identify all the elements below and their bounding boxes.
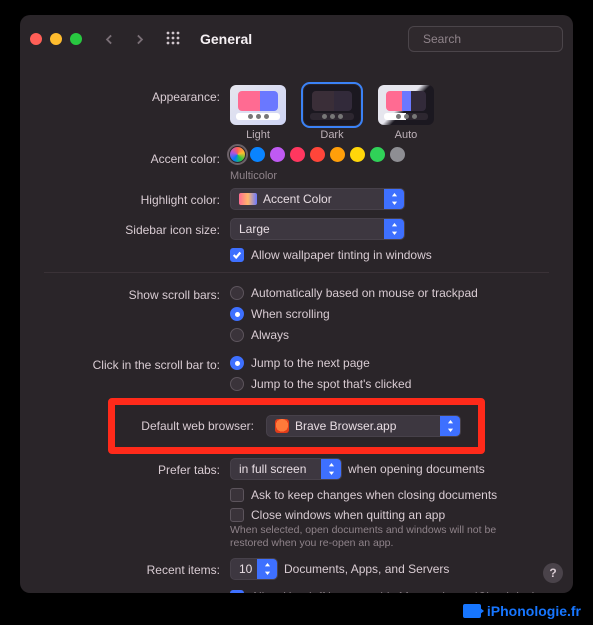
content: Appearance: Light Dark Auto Accent color…	[20, 63, 573, 593]
scrollbars-radio-when-scrolling[interactable]: When scrolling	[230, 304, 330, 324]
show-all-icon[interactable]	[164, 29, 184, 49]
prefer-tabs-select[interactable]: in full screen	[230, 458, 342, 480]
click-scroll-radio-next-page[interactable]: Jump to the next page	[230, 353, 370, 373]
accent-swatch-blue[interactable]	[250, 147, 265, 162]
traffic-lights	[30, 33, 82, 45]
minimize-icon[interactable]	[50, 33, 62, 45]
accent-swatch-pink[interactable]	[290, 147, 305, 162]
show-scroll-bars-label: Show scroll bars:	[20, 283, 230, 307]
back-button[interactable]	[98, 28, 120, 50]
scrollbars-radio-always[interactable]: Always	[230, 325, 289, 345]
highlight-color-label: Highlight color:	[20, 188, 230, 212]
ask-keep-changes-checkbox[interactable]: Ask to keep changes when closing documen…	[230, 488, 497, 502]
accent-swatch-multicolor[interactable]	[230, 147, 245, 162]
help-button[interactable]: ?	[543, 563, 563, 583]
brave-icon	[275, 419, 289, 433]
prefer-tabs-label: Prefer tabs:	[20, 458, 230, 482]
appearance-label: Appearance:	[20, 85, 230, 109]
close-windows-quit-hint: When selected, open documents and window…	[230, 524, 535, 550]
accent-swatch-red[interactable]	[310, 147, 325, 162]
accent-color-swatches	[230, 147, 405, 162]
accent-color-label: Accent color:	[20, 147, 230, 171]
default-browser-highlight: Default web browser: Brave Browser.app	[108, 398, 485, 454]
page-title: General	[200, 31, 252, 47]
click-scroll-radio-spot[interactable]: Jump to the spot that's clicked	[230, 374, 411, 394]
recent-items-label: Recent items:	[20, 558, 230, 582]
accent-color-value: Multicolor	[230, 170, 277, 182]
appearance-option-light[interactable]: Light	[230, 85, 286, 141]
system-prefs-general-window: General Appearance: Light Dark Auto	[20, 15, 573, 593]
wallpaper-tinting-checkbox[interactable]: Allow wallpaper tinting in windows	[230, 248, 432, 262]
accent-swatch-graphite[interactable]	[390, 147, 405, 162]
allow-handoff-checkbox[interactable]: Allow Handoff between this Mac and your …	[230, 590, 553, 593]
forward-button[interactable]	[128, 28, 150, 50]
click-in-scroll-bar-label: Click in the scroll bar to:	[20, 353, 230, 377]
search-field[interactable]	[408, 26, 563, 52]
close-icon[interactable]	[30, 33, 42, 45]
default-web-browser-select[interactable]: Brave Browser.app	[266, 415, 461, 437]
recent-items-select[interactable]: 10	[230, 558, 278, 580]
accent-swatch-purple[interactable]	[270, 147, 285, 162]
zoom-icon[interactable]	[70, 33, 82, 45]
close-windows-quit-checkbox[interactable]: Close windows when quitting an app	[230, 508, 445, 522]
accent-swatch-orange[interactable]	[330, 147, 345, 162]
watermark: iPhonologie.fr	[459, 601, 585, 621]
divider	[44, 272, 549, 273]
gradient-icon	[239, 193, 257, 205]
search-input[interactable]	[423, 32, 573, 46]
accent-swatch-green[interactable]	[370, 147, 385, 162]
watermark-icon	[463, 604, 481, 618]
appearance-options: Light Dark Auto	[230, 85, 573, 141]
scrollbars-radio-auto[interactable]: Automatically based on mouse or trackpad	[230, 283, 478, 303]
titlebar: General	[20, 15, 573, 63]
appearance-option-auto[interactable]: Auto	[378, 85, 434, 141]
accent-swatch-yellow[interactable]	[350, 147, 365, 162]
sidebar-icon-size-label: Sidebar icon size:	[20, 218, 230, 242]
default-web-browser-label: Default web browser:	[129, 419, 254, 433]
appearance-option-dark[interactable]: Dark	[304, 85, 360, 141]
highlight-color-select[interactable]: Accent Color	[230, 188, 405, 210]
sidebar-icon-size-select[interactable]: Large	[230, 218, 405, 240]
